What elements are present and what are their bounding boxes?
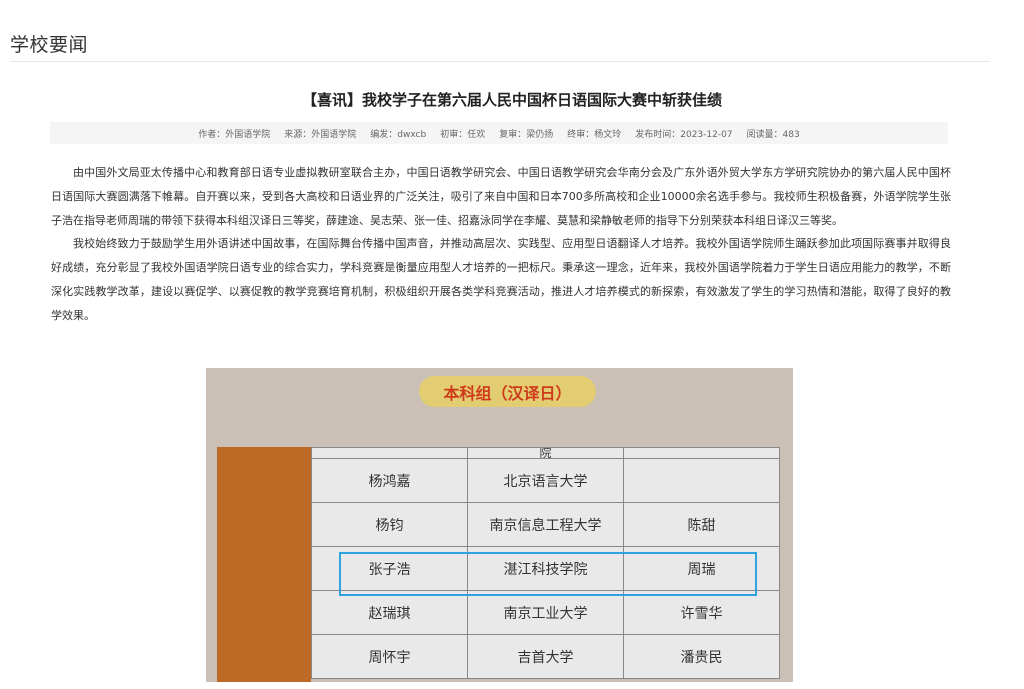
table-row: 杨鸿嘉 北京语言大学 [311, 458, 780, 503]
table-cell [311, 447, 468, 459]
article-body: 由中国外文局亚太传播中心和教育部日语专业虚拟教研室联合主办，中国日语教学研究会、… [51, 161, 951, 328]
table-cell: 院 [467, 447, 624, 459]
school-cell: 南京工业大学 [467, 590, 624, 635]
meta-second-review: 复审：梁仍扬 [499, 129, 554, 140]
school-cell: 南京信息工程大学 [467, 502, 624, 547]
student-name-cell: 赵瑞琪 [311, 590, 468, 635]
advisor-cell: 潘贵民 [623, 634, 780, 679]
table-row: 赵瑞琪 南京工业大学 许雪华 [311, 590, 780, 635]
advisor-cell: 许雪华 [623, 590, 780, 635]
article-meta-bar: 作者：外国语学院 来源：外国语学院 编发：dwxcb 初审：任欢 复审：梁仍扬 … [50, 122, 948, 144]
school-cell: 吉首大学 [467, 634, 624, 679]
figure-side-column [217, 447, 311, 682]
meta-final-review: 终审：杨文玲 [567, 129, 622, 140]
meta-publish-time: 发布时间：2023-12-07 [635, 129, 733, 140]
school-cell: 北京语言大学 [467, 458, 624, 503]
article-title: 【喜讯】我校学子在第六届人民中国杯日语国际大赛中斩获佳绩 [301, 91, 722, 109]
meta-views: 阅读量：483 [746, 129, 800, 140]
table-cell [623, 447, 780, 459]
advisor-cell: 陈甜 [623, 502, 780, 547]
section-title: 学校要闻 [10, 34, 89, 56]
table-row: 周怀宇 吉首大学 潘贵民 [311, 634, 780, 679]
award-list-image: 本科组（汉译日） 院 杨鸿嘉 北京语言大学 杨钧 南京信息工程大学 陈甜 张子浩… [206, 368, 793, 682]
student-name-cell: 周怀宇 [311, 634, 468, 679]
article-paragraph: 我校始终致力于鼓励学生用外语讲述中国故事，在国际舞台传播中国声音，并推动高层次、… [51, 237, 951, 322]
meta-first-review: 初审：任欢 [440, 129, 486, 140]
table-row: 院 [311, 447, 780, 459]
page: 学校要闻 【喜讯】我校学子在第六届人民中国杯日语国际大赛中斩获佳绩 作者：外国语… [0, 0, 1024, 689]
section-divider [10, 61, 990, 62]
meta-source: 来源：外国语学院 [284, 129, 357, 140]
student-name-cell: 杨钧 [311, 502, 468, 547]
meta-editor: 编发：dwxcb [370, 129, 427, 140]
student-name-cell: 杨鸿嘉 [311, 458, 468, 503]
meta-author: 作者：外国语学院 [198, 129, 271, 140]
figure-title: 本科组（汉译日） [419, 376, 596, 407]
highlight-box [339, 552, 757, 596]
table-row: 杨钧 南京信息工程大学 陈甜 [311, 502, 780, 547]
advisor-cell [623, 458, 780, 503]
article-paragraph: 由中国外文局亚太传播中心和教育部日语专业虚拟教研室联合主办，中国日语教学研究会、… [51, 166, 951, 227]
